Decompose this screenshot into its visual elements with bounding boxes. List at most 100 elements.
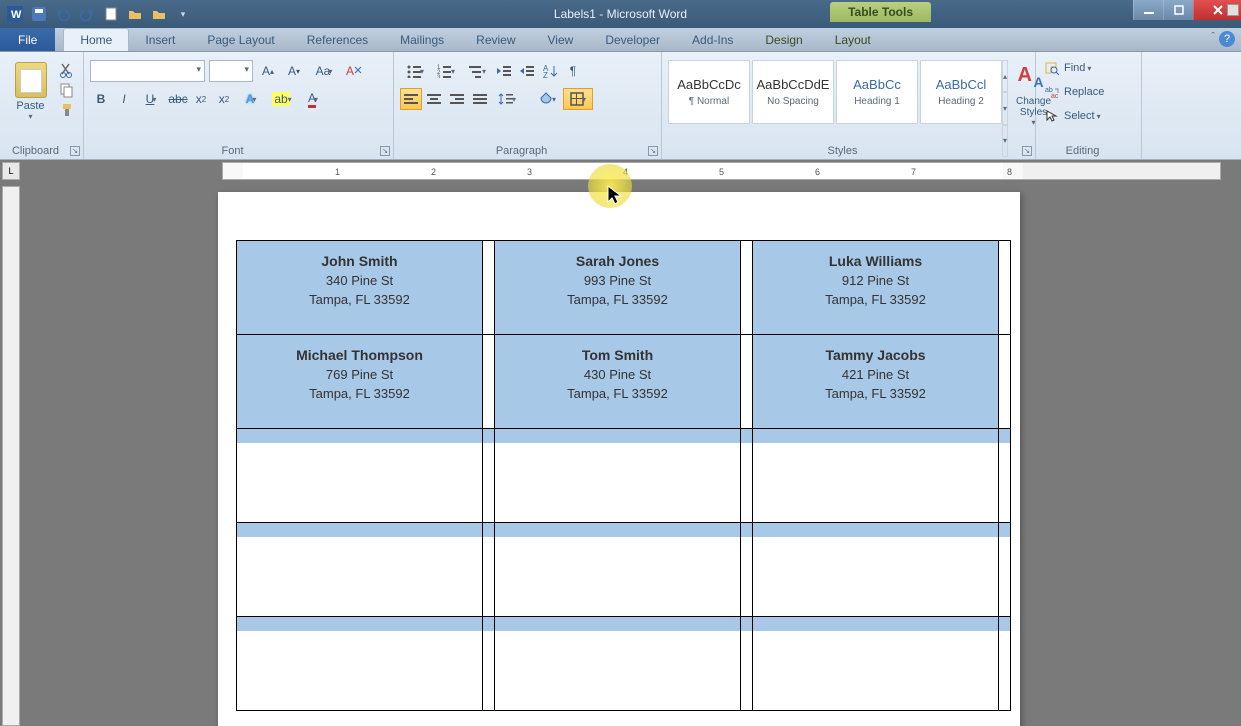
italic-button[interactable]: I [113,88,135,110]
quick-access-toolbar: W ▾ [0,4,194,24]
grow-font-icon[interactable]: A▴ [257,60,279,82]
copy-icon[interactable] [59,82,77,98]
shading-icon[interactable]: ▾ [532,88,562,110]
align-left-icon[interactable] [400,88,422,110]
decrease-indent-icon[interactable] [493,60,515,82]
show-hide-icon[interactable]: ¶ [562,60,584,82]
vertical-ruler[interactable] [2,186,20,726]
font-dialog-launcher[interactable]: ↘ [380,146,390,156]
bold-button[interactable]: B [90,88,112,110]
underline-button[interactable]: U▾ [136,88,166,110]
label-gutter [483,429,495,523]
label-cell[interactable]: Tammy Jacobs 421 Pine St Tampa, FL 33592 [753,335,999,429]
numbering-icon[interactable]: 123▾ [431,60,461,82]
help-icon[interactable]: ? [1219,31,1235,47]
ribbon-tabs: File Home Insert Page Layout References … [0,28,1241,52]
format-painter-icon[interactable] [59,102,77,118]
open-icon[interactable] [124,4,146,24]
tab-layout[interactable]: Layout [819,28,887,51]
tab-design[interactable]: Design [749,28,818,51]
label-cell[interactable]: Michael Thompson 769 Pine St Tampa, FL 3… [237,335,483,429]
svg-text:3: 3 [527,167,532,177]
select-icon [1044,108,1060,124]
label-right-margin [999,617,1011,711]
increase-indent-icon[interactable] [516,60,538,82]
font-size-combo[interactable] [209,60,253,82]
qat-more-icon[interactable]: ▾ [172,4,194,24]
styles-dialog-launcher[interactable]: ↘ [1022,146,1032,156]
open2-icon[interactable] [148,4,170,24]
tab-home[interactable]: Home [63,28,129,51]
label-cell-empty[interactable] [753,523,999,617]
label-cell-empty[interactable] [495,429,741,523]
sort-icon[interactable]: AZ [539,60,561,82]
paste-button[interactable]: Paste ▾ [6,56,55,157]
label-cell-empty[interactable] [237,523,483,617]
label-cell[interactable]: Sarah Jones 993 Pine St Tampa, FL 33592 [495,241,741,335]
select-button[interactable]: Select▾ [1042,106,1106,126]
label-cell[interactable]: Tom Smith 430 Pine St Tampa, FL 33592 [495,335,741,429]
align-right-icon[interactable] [446,88,468,110]
svg-text:ac: ac [1051,93,1059,99]
label-gutter [483,523,495,617]
bullets-icon[interactable]: ▾ [400,60,430,82]
ruler-toggle-icon[interactable] [1227,4,1239,16]
label-cell[interactable]: Luka Williams 912 Pine St Tampa, FL 3359… [753,241,999,335]
find-button[interactable]: Find▾ [1042,58,1106,78]
undo-icon[interactable] [52,4,74,24]
highlight-icon[interactable]: ab▾ [267,88,297,110]
font-color-icon[interactable]: A▾ [298,88,328,110]
superscript-button[interactable]: x2 [213,88,235,110]
tab-addins[interactable]: Add-Ins [676,28,749,51]
style-heading-1[interactable]: AaBbCcHeading 1 [836,60,918,124]
clear-formatting-icon[interactable]: A [343,60,365,82]
clipboard-dialog-launcher[interactable]: ↘ [70,146,80,156]
multilevel-list-icon[interactable]: ▾ [462,60,492,82]
minimize-button[interactable] [1133,0,1163,20]
horizontal-ruler[interactable]: 123 456 78 [222,162,1221,180]
new-icon[interactable] [100,4,122,24]
label-right-margin [999,429,1011,523]
text-effects-icon[interactable]: A▾ [236,88,266,110]
tab-selector[interactable]: L [2,162,20,180]
tab-references[interactable]: References [291,28,384,51]
align-center-icon[interactable] [423,88,445,110]
style-normal[interactable]: AaBbCcDc¶ Normal [668,60,750,124]
document-page[interactable]: John Smith 340 Pine St Tampa, FL 33592 S… [218,192,1020,726]
label-cell-empty[interactable] [753,429,999,523]
minimize-ribbon-icon[interactable]: ˆ [1211,31,1215,47]
font-name-combo[interactable] [90,60,205,82]
cut-icon[interactable] [59,62,77,78]
shrink-font-icon[interactable]: A▾ [283,60,305,82]
window-controls [1133,0,1241,20]
label-cell-empty[interactable] [495,523,741,617]
redo-icon[interactable] [76,4,98,24]
tab-review[interactable]: Review [460,28,531,51]
paragraph-dialog-launcher[interactable]: ↘ [648,146,658,156]
line-spacing-icon[interactable]: ▾ [492,88,522,110]
change-case-icon[interactable]: Aa▾ [309,60,339,82]
tab-page-layout[interactable]: Page Layout [191,28,290,51]
borders-icon[interactable]: ▾ [563,88,593,110]
tab-view[interactable]: View [532,28,590,51]
ruler-area: L 123 456 78 [0,160,1241,186]
tab-mailings[interactable]: Mailings [384,28,460,51]
label-cell-empty[interactable] [495,617,741,711]
tab-developer[interactable]: Developer [589,28,676,51]
tab-insert[interactable]: Insert [129,28,191,51]
label-cell-empty[interactable] [753,617,999,711]
styles-gallery-scroll[interactable]: ▴ ▾ ▾ [1002,60,1008,157]
style-heading-2[interactable]: AaBbCclHeading 2 [920,60,1002,124]
label-cell-empty[interactable] [237,617,483,711]
subscript-button[interactable]: x2 [190,88,212,110]
label-cell-empty[interactable] [237,429,483,523]
labels-table[interactable]: John Smith 340 Pine St Tampa, FL 33592 S… [236,240,1011,711]
style-no-spacing[interactable]: AaBbCcDdENo Spacing [752,60,834,124]
strikethrough-button[interactable]: abc [167,88,189,110]
save-icon[interactable] [28,4,50,24]
replace-button[interactable]: abac Replace [1042,82,1106,102]
tab-file[interactable]: File [0,28,55,51]
justify-icon[interactable] [469,88,491,110]
label-cell[interactable]: John Smith 340 Pine St Tampa, FL 33592 [237,241,483,335]
maximize-button[interactable] [1163,0,1193,20]
